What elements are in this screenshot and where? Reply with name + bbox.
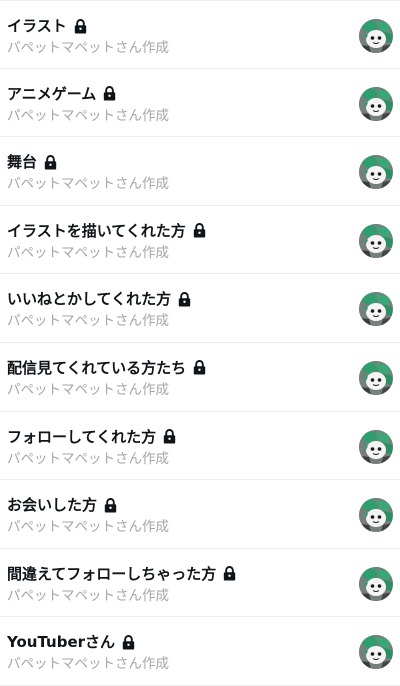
avatar[interactable] [359,360,393,395]
avatar[interactable] [359,566,393,601]
lock-icon [74,18,87,34]
list-title: いいねとかしてくれた方 [7,290,172,309]
avatar[interactable] [359,223,393,258]
list-title: お会いした方 [7,496,98,515]
lock-icon [104,497,117,513]
list-creator: パペットマペットさん作成 [7,381,169,398]
lock-icon [178,292,191,307]
list-title: イラスト [7,17,67,35]
list-title-row: いいねとかしてくれた方 [7,289,191,309]
avatar[interactable] [359,86,393,121]
list-item[interactable]: アニメゲーム パペットマペットさん作成 [0,69,400,138]
list-title: 舞台 [7,153,38,172]
list-item[interactable]: いいねとかしてくれた方 パペットマペットさん作成 [0,274,400,343]
list-title-row: フォローしてくれた方 [7,427,176,447]
lock-icon [223,566,236,581]
lock-icon [193,360,206,375]
list-title: 配信見てくれている方たち [7,358,187,377]
list-creator: パペットマペットさん作成 [7,313,169,330]
lock-icon [44,154,57,170]
list-title: イラストを描いてくれた方 [7,221,186,240]
list-item[interactable]: イラストを描いてくれた方 パペットマペットさん作成 [0,206,400,275]
list-title: 間違えてフォローしちゃった方 [7,564,217,583]
list-title: フォローしてくれた方 [7,427,157,446]
list-title-row: イラストを描いてくれた方 [7,221,206,241]
list-title-row: お会いした方 [7,495,117,515]
list-title-row: 舞台 [7,152,57,172]
avatar[interactable] [359,498,393,533]
avatar[interactable] [359,155,393,190]
list-item[interactable]: 配信見てくれている方たち パペットマペットさん作成 [0,343,400,412]
avatar[interactable] [359,635,393,670]
list-item[interactable]: YouTuberさん パペットマペットさん作成 [0,617,400,686]
list-creator: パペットマペットさん作成 [7,587,169,604]
list-title-row: 間違えてフォローしちゃった方 [7,564,236,584]
lock-icon [193,223,206,238]
list-creator: パペットマペットさん作成 [7,107,169,124]
list-creator: パペットマペットさん作成 [7,450,169,467]
list-title-row: YouTuberさん [7,632,135,652]
list-title-row: アニメゲーム [7,84,116,104]
list-creator: パペットマペットさん作成 [7,244,169,261]
list-item[interactable]: イラスト パペットマペットさん作成 [0,0,400,69]
list-item[interactable]: お会いした方 パペットマペットさん作成 [0,480,400,549]
list-creator: パペットマペットさん作成 [7,656,169,673]
avatar[interactable] [359,292,393,327]
avatar[interactable] [359,19,393,53]
list-creator: パペットマペットさん作成 [7,40,169,56]
list-title-row: 配信見てくれている方たち [7,358,206,378]
list-item[interactable]: フォローしてくれた方 パペットマペットさん作成 [0,412,400,481]
avatar[interactable] [359,429,393,464]
lock-icon [122,634,135,650]
lists-list: イラスト パペットマペットさん作成 アニメゲーム パペットマペットさん作成 舞台… [0,0,400,686]
list-creator: パペットマペットさん作成 [7,176,169,193]
list-creator: パペットマペットさん作成 [7,519,169,536]
lock-icon [103,86,116,101]
list-item[interactable]: 舞台 パペットマペットさん作成 [0,137,400,206]
list-title: YouTuberさん [7,633,116,652]
list-title: アニメゲーム [7,84,97,103]
list-title-row: イラスト [7,16,87,36]
lock-icon [163,429,176,444]
list-item[interactable]: 間違えてフォローしちゃった方 パペットマペットさん作成 [0,549,400,618]
